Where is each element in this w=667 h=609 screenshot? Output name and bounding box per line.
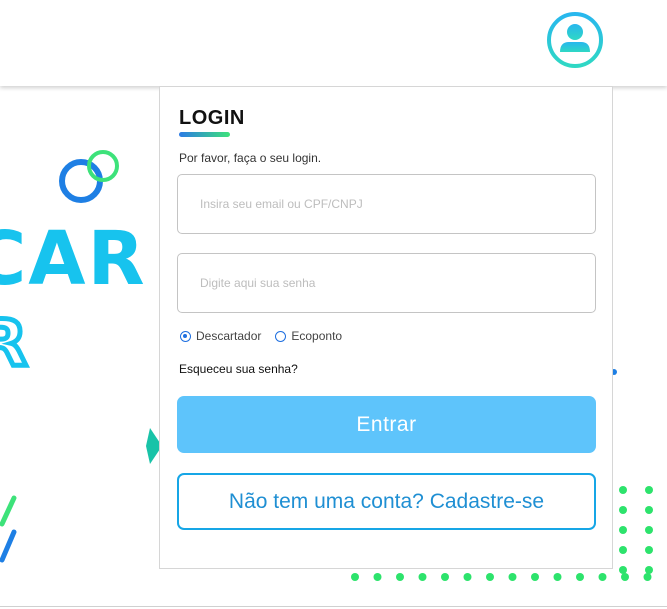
decorative-dot [418, 573, 427, 581]
decorative-dot [621, 573, 629, 581]
decorative-dot [463, 573, 472, 581]
footer-divider [0, 606, 667, 607]
radio-ecoponto-label: Ecoponto [291, 329, 343, 343]
decorative-dot [645, 546, 653, 554]
decorative-dot [553, 573, 562, 581]
top-bar [0, 0, 667, 86]
decorative-dot [486, 573, 494, 581]
login-title: LOGIN [179, 107, 245, 129]
login-card: LOGIN Por favor, faça o seu login. Desca… [159, 86, 613, 569]
decorative-dot [373, 573, 382, 581]
title-underline [179, 132, 230, 137]
user-circle-icon[interactable] [545, 12, 605, 68]
decorative-dot [643, 573, 652, 581]
decorative-dot [441, 573, 449, 581]
decorative-dot [619, 486, 627, 494]
decorative-dot [576, 573, 584, 581]
decorative-dot [619, 526, 627, 534]
email-input[interactable] [177, 174, 596, 234]
decorative-dot [645, 526, 653, 534]
login-button[interactable]: Entrar [177, 396, 596, 453]
radio-descartador-label: Descartador [196, 329, 262, 343]
radio-unchecked-icon[interactable] [275, 330, 287, 342]
decorative-dot [396, 573, 404, 581]
decorative-dot [619, 506, 627, 514]
decorative-dot [645, 486, 653, 494]
hero-letter: R [0, 307, 30, 381]
user-type-radio-group: Descartador Ecoponto [180, 329, 356, 343]
decorative-dot [598, 573, 607, 581]
login-subtitle: Por favor, faça o seu login. [179, 151, 322, 165]
decorative-dot [645, 506, 653, 514]
decorative-dot [645, 566, 653, 574]
radio-checked-icon[interactable] [180, 330, 191, 342]
decorative-dot [508, 573, 517, 581]
decorative-slashes [0, 495, 17, 563]
radio-descartador[interactable]: Descartador [180, 329, 261, 343]
decorative-dot [619, 566, 627, 574]
decorative-dot [351, 573, 359, 581]
decorative-dot [619, 546, 627, 554]
password-input[interactable] [177, 253, 596, 313]
signup-button[interactable]: Não tem uma conta? Cadastre-se [177, 473, 596, 530]
forgot-password-link[interactable]: Esqueceu sua senha? [179, 362, 298, 376]
radio-ecoponto[interactable]: Ecoponto [275, 329, 342, 343]
decorative-dot [531, 573, 539, 581]
hero-word: CAR [0, 216, 147, 302]
decorative-rings [59, 150, 119, 203]
